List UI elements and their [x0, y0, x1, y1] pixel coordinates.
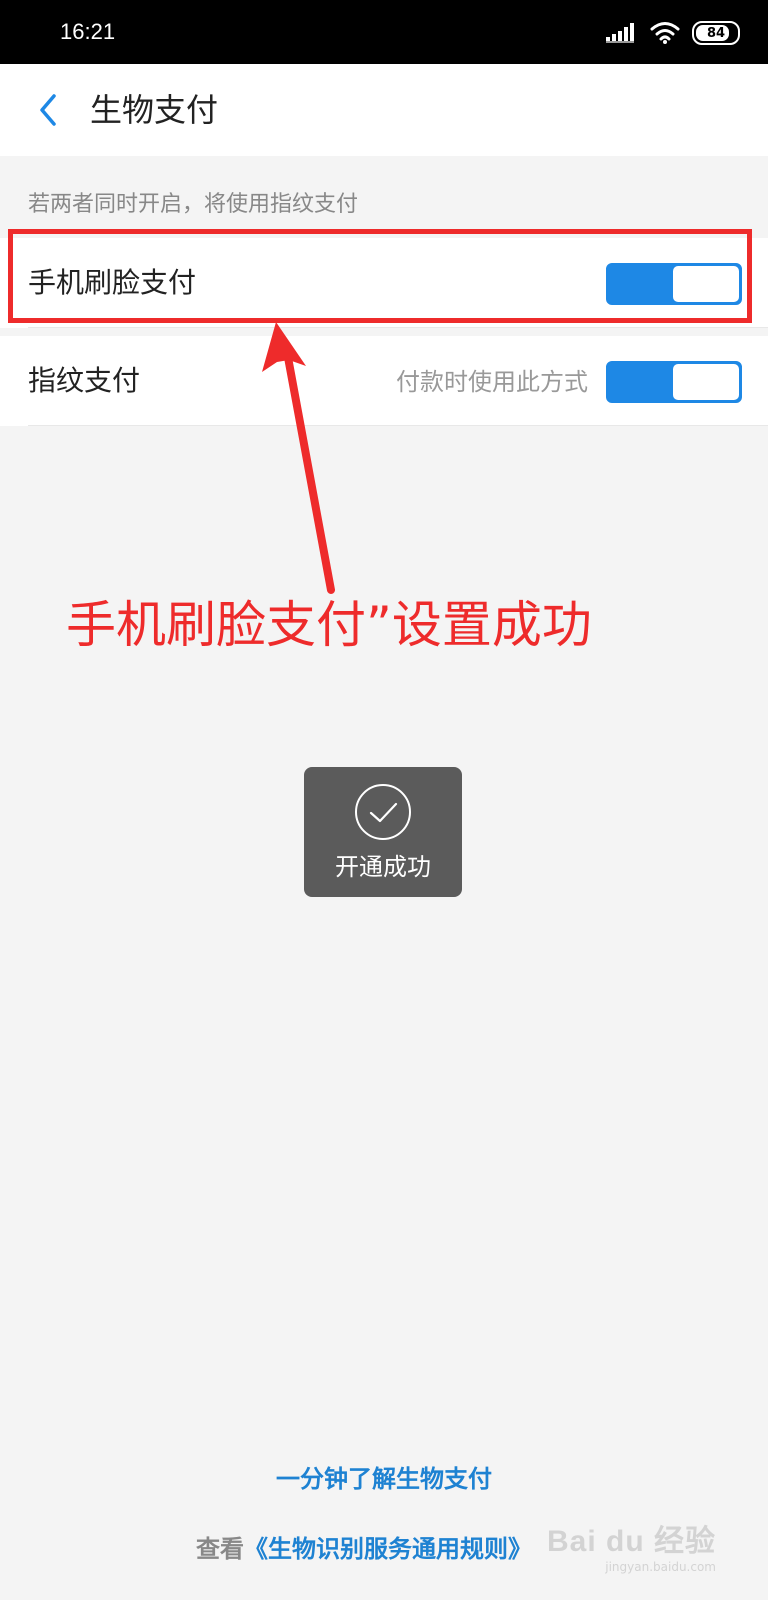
back-button[interactable] [26, 86, 70, 134]
chevron-left-icon [40, 94, 56, 126]
annotation-text: 手机刷脸支付”设置成功 [66, 596, 592, 654]
learn-biometric-link[interactable]: 一分钟了解生物支付 [0, 1462, 768, 1496]
divider [28, 425, 768, 426]
baidu-watermark: Bai du 经验 jingyan.baidu.com [547, 1524, 716, 1574]
fingerprint-pay-row: 指纹支付 付款时使用此方式 [0, 336, 768, 426]
screen: 16:21 84 生物支付 若两者同时开启，将使用指纹支付 手机刷脸支付 指纹支… [0, 0, 768, 1600]
fingerprint-pay-hint: 付款时使用此方式 [396, 368, 588, 396]
rules-line: 查看《生物识别服务通用规则》 [196, 1532, 532, 1566]
watermark-logo: Bai du 经验 [546, 1525, 716, 1558]
fingerprint-pay-label: 指纹支付 [28, 364, 141, 397]
battery-icon: 84 [692, 21, 740, 45]
success-toast: 开通成功 [304, 767, 462, 897]
status-time: 16:21 [60, 19, 116, 44]
status-bar: 16:21 84 [0, 0, 768, 64]
toast-text: 开通成功 [335, 853, 431, 881]
check-circle-icon [355, 784, 411, 840]
signal-icon [606, 23, 634, 43]
toggle-knob [673, 364, 739, 400]
face-pay-label: 手机刷脸支付 [28, 266, 197, 299]
rules-link[interactable]: 《生物识别服务通用规则》 [244, 1535, 532, 1563]
rules-prefix: 查看 [196, 1535, 244, 1563]
status-icons: 84 [606, 18, 740, 48]
watermark-url: jingyan.baidu.com [605, 1560, 716, 1574]
wifi-icon [650, 22, 680, 44]
face-pay-row: 手机刷脸支付 [0, 238, 768, 328]
divider [28, 327, 768, 328]
settings-hint: 若两者同时开启，将使用指纹支付 [28, 192, 359, 217]
toggle-knob [673, 266, 739, 302]
header: 生物支付 [0, 64, 768, 156]
page-title: 生物支付 [90, 91, 219, 129]
fingerprint-pay-toggle[interactable] [606, 361, 742, 403]
face-pay-toggle[interactable] [606, 263, 742, 305]
battery-level: 84 [706, 25, 726, 41]
